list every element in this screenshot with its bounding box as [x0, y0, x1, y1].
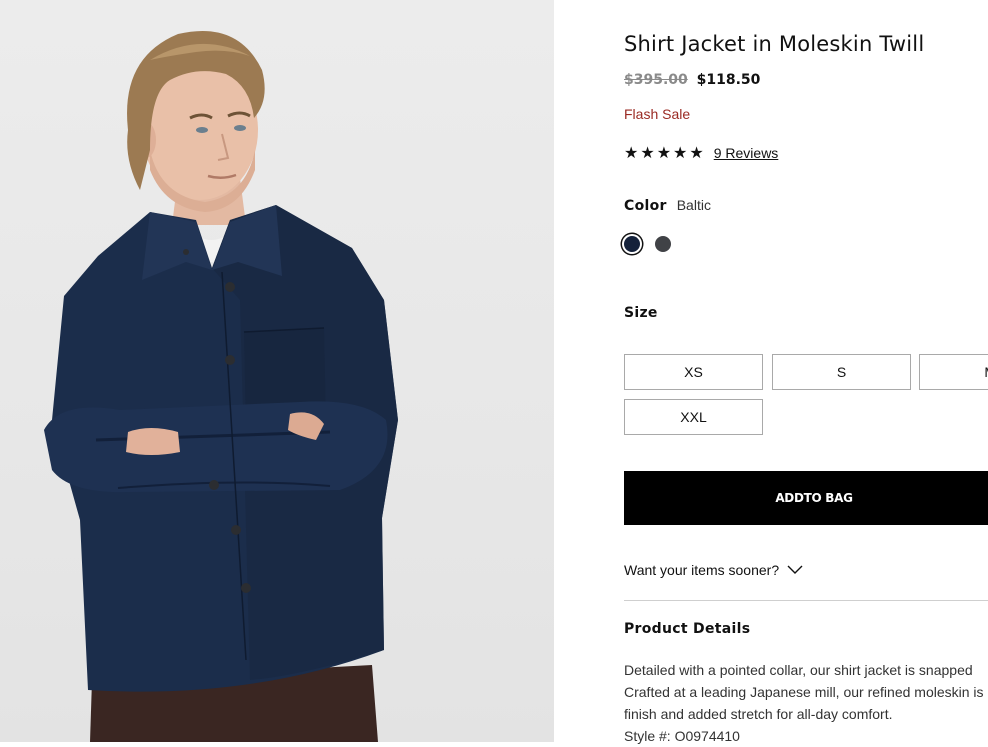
delivery-prompt: Want your items sooner?: [624, 562, 780, 578]
flash-sale-label: Flash Sale: [624, 106, 691, 122]
product-details-heading: Product Details: [624, 621, 751, 637]
color-selector-header: Color Baltic: [624, 197, 711, 214]
size-label: Size: [624, 305, 658, 321]
chevron-down-icon: [787, 565, 803, 574]
original-price: $395.00: [624, 72, 688, 88]
product-info-panel: Shirt Jacket in Moleskin Twill $395.00 $…: [624, 0, 988, 744]
product-title: Shirt Jacket in Moleskin Twill: [624, 32, 925, 56]
selected-color-name: Baltic: [676, 197, 711, 213]
size-option-xxl[interactable]: XXL: [624, 399, 763, 435]
details-line: Crafted at a leading Japanese mill, our …: [624, 684, 984, 700]
divider: [624, 600, 988, 601]
color-swatch-charcoal[interactable]: [655, 236, 671, 252]
size-option-s[interactable]: S: [772, 354, 911, 390]
reviews-link[interactable]: 9 Reviews: [714, 145, 779, 161]
details-line: Detailed with a pointed collar, our shir…: [624, 662, 973, 678]
style-number: Style #: O0974410: [624, 728, 740, 744]
size-option-m[interactable]: M: [919, 354, 988, 390]
delivery-options-toggle[interactable]: Want your items sooner?: [624, 562, 803, 578]
add-to-bag-button[interactable]: ADDTO BAG: [624, 471, 988, 525]
product-details-text: Detailed with a pointed collar, our shir…: [624, 659, 988, 747]
color-swatches: [624, 236, 671, 252]
rating-row: ★★★★★ 9 Reviews: [624, 143, 778, 163]
color-label: Color: [624, 198, 667, 214]
sale-price: $118.50: [696, 72, 761, 88]
model-illustration: [44, 30, 398, 742]
star-rating-icon: ★★★★★: [624, 145, 706, 162]
product-image[interactable]: [0, 0, 554, 742]
size-option-xs[interactable]: XS: [624, 354, 763, 390]
price-row: $395.00 $118.50: [624, 72, 760, 88]
details-line: finish and added stretch for all-day com…: [624, 706, 893, 722]
size-option-m-label: M: [984, 364, 988, 380]
color-swatch-baltic[interactable]: [624, 236, 640, 252]
